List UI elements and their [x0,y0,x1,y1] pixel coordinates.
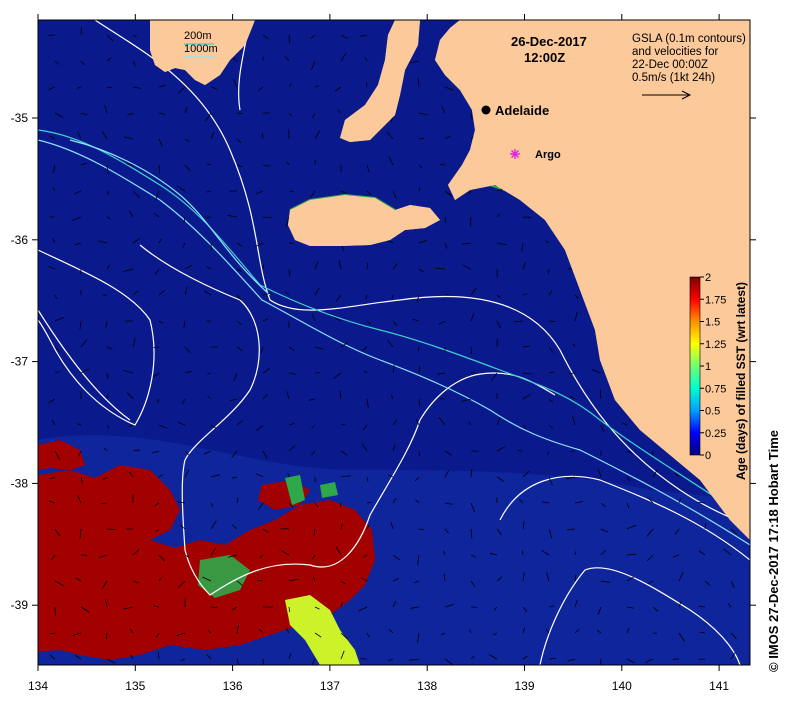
velocity-vector [471,217,472,226]
velocity-vector [237,113,243,114]
colorbar-tick-label: 2 [705,272,711,284]
isobath-label-200: 200m [184,30,212,42]
velocity-vector [570,451,575,452]
gsla-legend-line-1: GSLA (0.1m contours) [632,33,746,45]
colorbar-tick-label: 1.25 [705,339,726,351]
colorbar-tick-label: 0.75 [705,383,726,395]
velocity-vector [107,529,116,530]
imos-credit: © IMOS 27-Dec-2017 17:18 Hobart Time [766,430,781,672]
y-tick-label: -39 [11,598,29,612]
gsla-legend-line-4: 0.5m/s (1kt 24h) [632,72,715,84]
y-tick-label: -35 [11,111,29,125]
velocity-vector [289,35,290,43]
gsla-legend-line-3: 22-Dec 00:00Z [632,59,708,71]
x-tick-label: 138 [417,679,437,693]
x-tick-label: 136 [223,679,243,693]
argo-label: Argo [535,149,561,161]
velocity-vector [367,263,368,269]
colorbar-tick-label: 1.5 [705,317,720,329]
velocity-vector [341,425,345,426]
y-tick-label: -38 [11,476,29,490]
x-tick-label: 137 [320,679,340,693]
gsla-legend-line-2: and velocities for [632,46,718,58]
x-tick-label: 135 [125,679,145,693]
map-figure: 200m 1000m 26-Dec-2017 12:00Z GSLA (0.1m… [0,0,791,700]
colorbar-tick-label: 0.5 [705,406,720,418]
velocity-vector [81,269,82,274]
velocity-vector [419,451,420,457]
argo-marker [510,149,520,159]
map-date: 26-Dec-2017 [511,34,587,49]
map-plot-area [38,20,750,669]
colorbar-bar [690,277,700,455]
colorbar-tick-label: 0 [705,450,711,462]
y-tick-label: -36 [11,233,29,247]
y-tick-label: -37 [11,355,29,369]
colorbar-tick-label: 1.75 [705,294,726,306]
map-time: 12:00Z [524,50,565,65]
x-tick-label: 134 [28,679,48,693]
adelaide-label: Adelaide [495,103,549,118]
isobath-label-1000: 1000m [184,43,218,55]
adelaide-marker [482,106,491,115]
x-tick-label: 140 [612,679,632,693]
velocity-vector [154,347,160,348]
velocity-vector [367,82,368,87]
x-tick-label: 141 [709,679,729,693]
x-tick-label: 139 [514,679,534,693]
colorbar-title: Age (days) of filled SST (wrt latest) [734,282,748,480]
colorbar-tick-label: 0.25 [705,428,726,440]
colorbar-tick-label: 1 [705,361,711,373]
